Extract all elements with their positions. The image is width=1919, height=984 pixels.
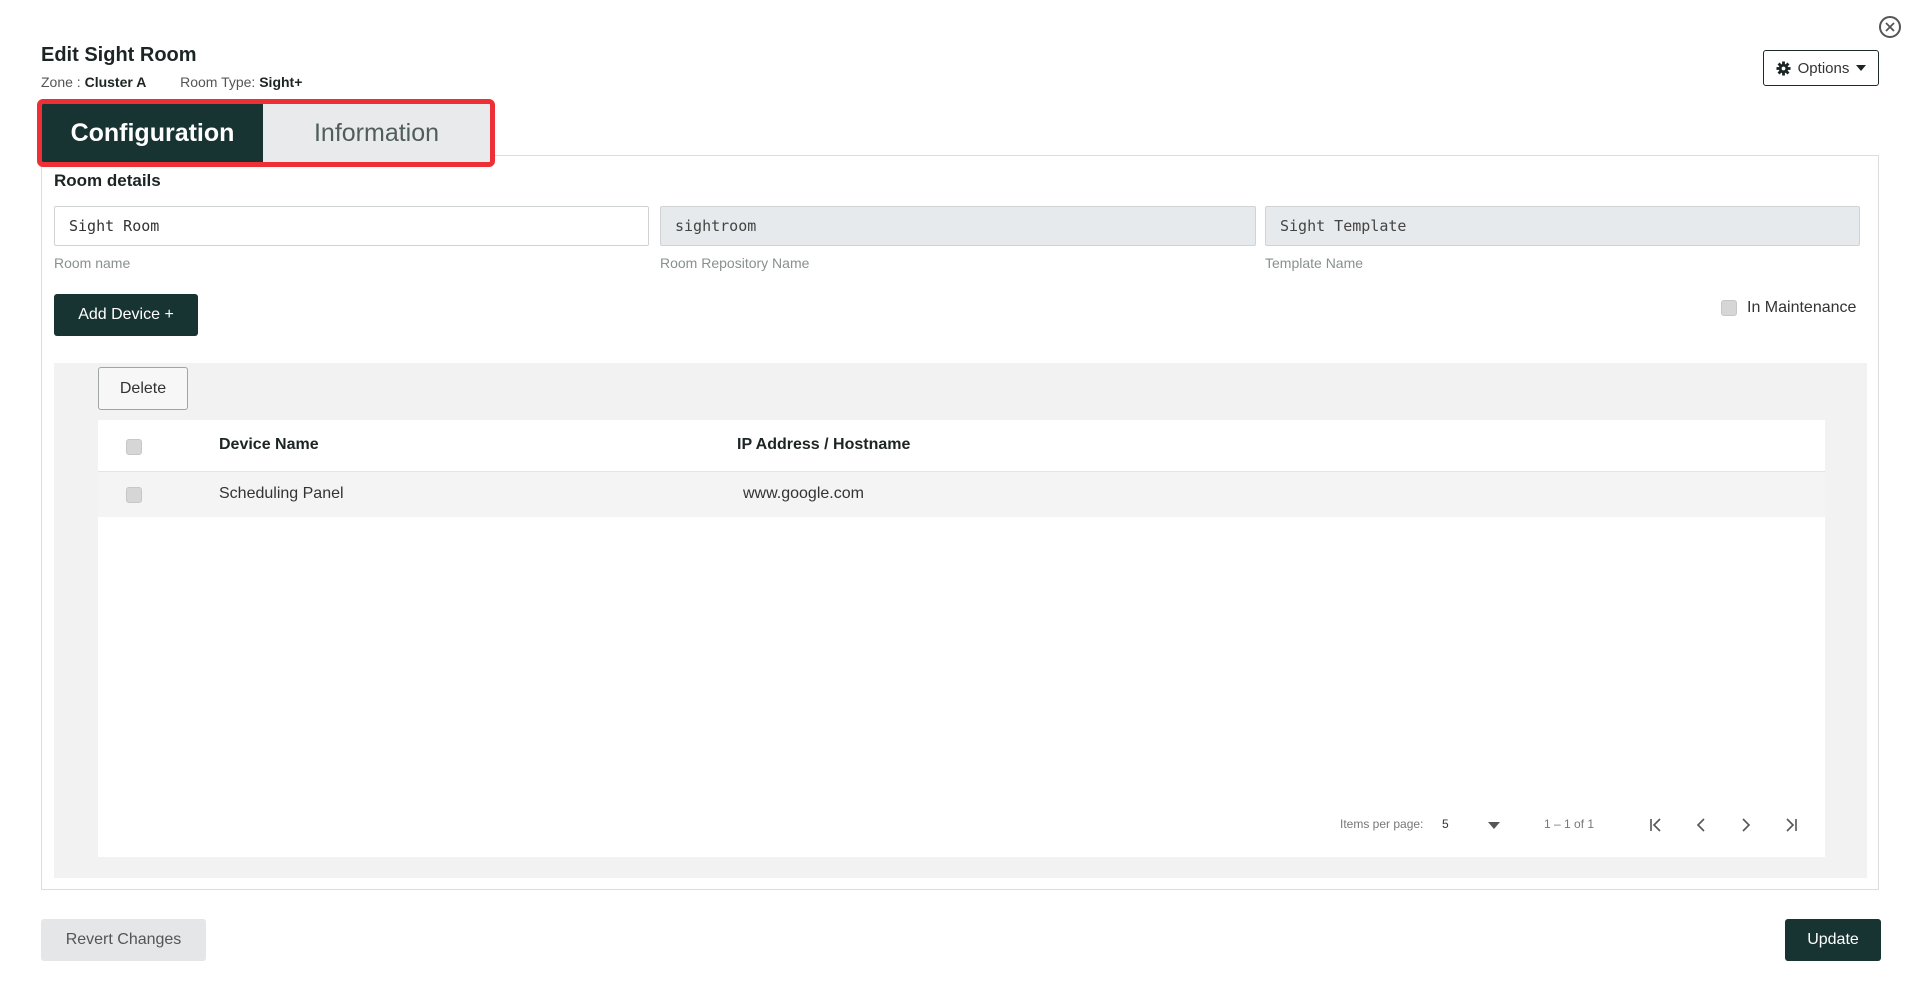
zone-value: Cluster A (84, 74, 147, 90)
room-details-heading: Room details (54, 171, 161, 190)
add-device-button[interactable]: Add Device + (54, 294, 198, 336)
last-page-icon[interactable] (1782, 816, 1800, 834)
template-name-field[interactable]: Sight Template (1265, 206, 1860, 246)
dialog-title: Edit Sight Room (41, 44, 197, 66)
room-meta: Zone : Cluster A Room Type: Sight+ (41, 74, 302, 90)
column-header-device-name[interactable]: Device Name (219, 436, 319, 454)
close-dialog-button[interactable] (1879, 16, 1901, 38)
device-host-cell: www.google.com (743, 485, 864, 502)
select-all-checkbox[interactable] (126, 439, 142, 455)
row-checkbox[interactable] (126, 487, 142, 503)
maintenance-toggle[interactable]: In Maintenance (1721, 299, 1856, 317)
caret-down-icon (1856, 65, 1867, 71)
maintenance-checkbox[interactable] (1721, 300, 1737, 316)
room-type-label: Room Type: (180, 74, 256, 90)
delete-button[interactable]: Delete (98, 367, 188, 410)
table-row[interactable] (98, 471, 1825, 517)
options-dropdown[interactable]: Options (1763, 50, 1879, 86)
zone-label: Zone : (41, 74, 81, 90)
prev-page-icon[interactable] (1692, 816, 1710, 834)
first-page-icon[interactable] (1647, 816, 1665, 834)
tab-configuration[interactable]: Configuration (42, 104, 263, 162)
caret-down-icon[interactable] (1488, 822, 1500, 829)
column-header-ip-address[interactable]: IP Address / Hostname (737, 436, 910, 454)
room-repository-name-field[interactable]: sightroom (660, 206, 1256, 246)
close-icon (1885, 22, 1895, 32)
tab-information[interactable]: Information (263, 104, 490, 162)
maintenance-label: In Maintenance (1747, 299, 1857, 316)
revert-changes-button[interactable]: Revert Changes (41, 919, 206, 961)
room-name-input[interactable]: Sight Room (54, 206, 649, 246)
tab-bar: Configuration Information (37, 99, 495, 167)
options-label: Options (1797, 59, 1850, 77)
next-page-icon[interactable] (1737, 816, 1755, 834)
items-per-page-select[interactable]: 5 (1442, 817, 1449, 831)
room-repository-name-label: Room Repository Name (660, 255, 810, 271)
device-name-cell: Scheduling Panel (219, 485, 344, 502)
room-type-value: Sight+ (259, 74, 303, 90)
gear-icon (1776, 60, 1791, 76)
update-button[interactable]: Update (1785, 919, 1881, 961)
template-name-label: Template Name (1265, 255, 1364, 271)
page-range: 1 – 1 of 1 (1544, 817, 1595, 831)
room-name-label: Room name (54, 255, 131, 271)
items-per-page-label: Items per page: (1340, 817, 1424, 831)
